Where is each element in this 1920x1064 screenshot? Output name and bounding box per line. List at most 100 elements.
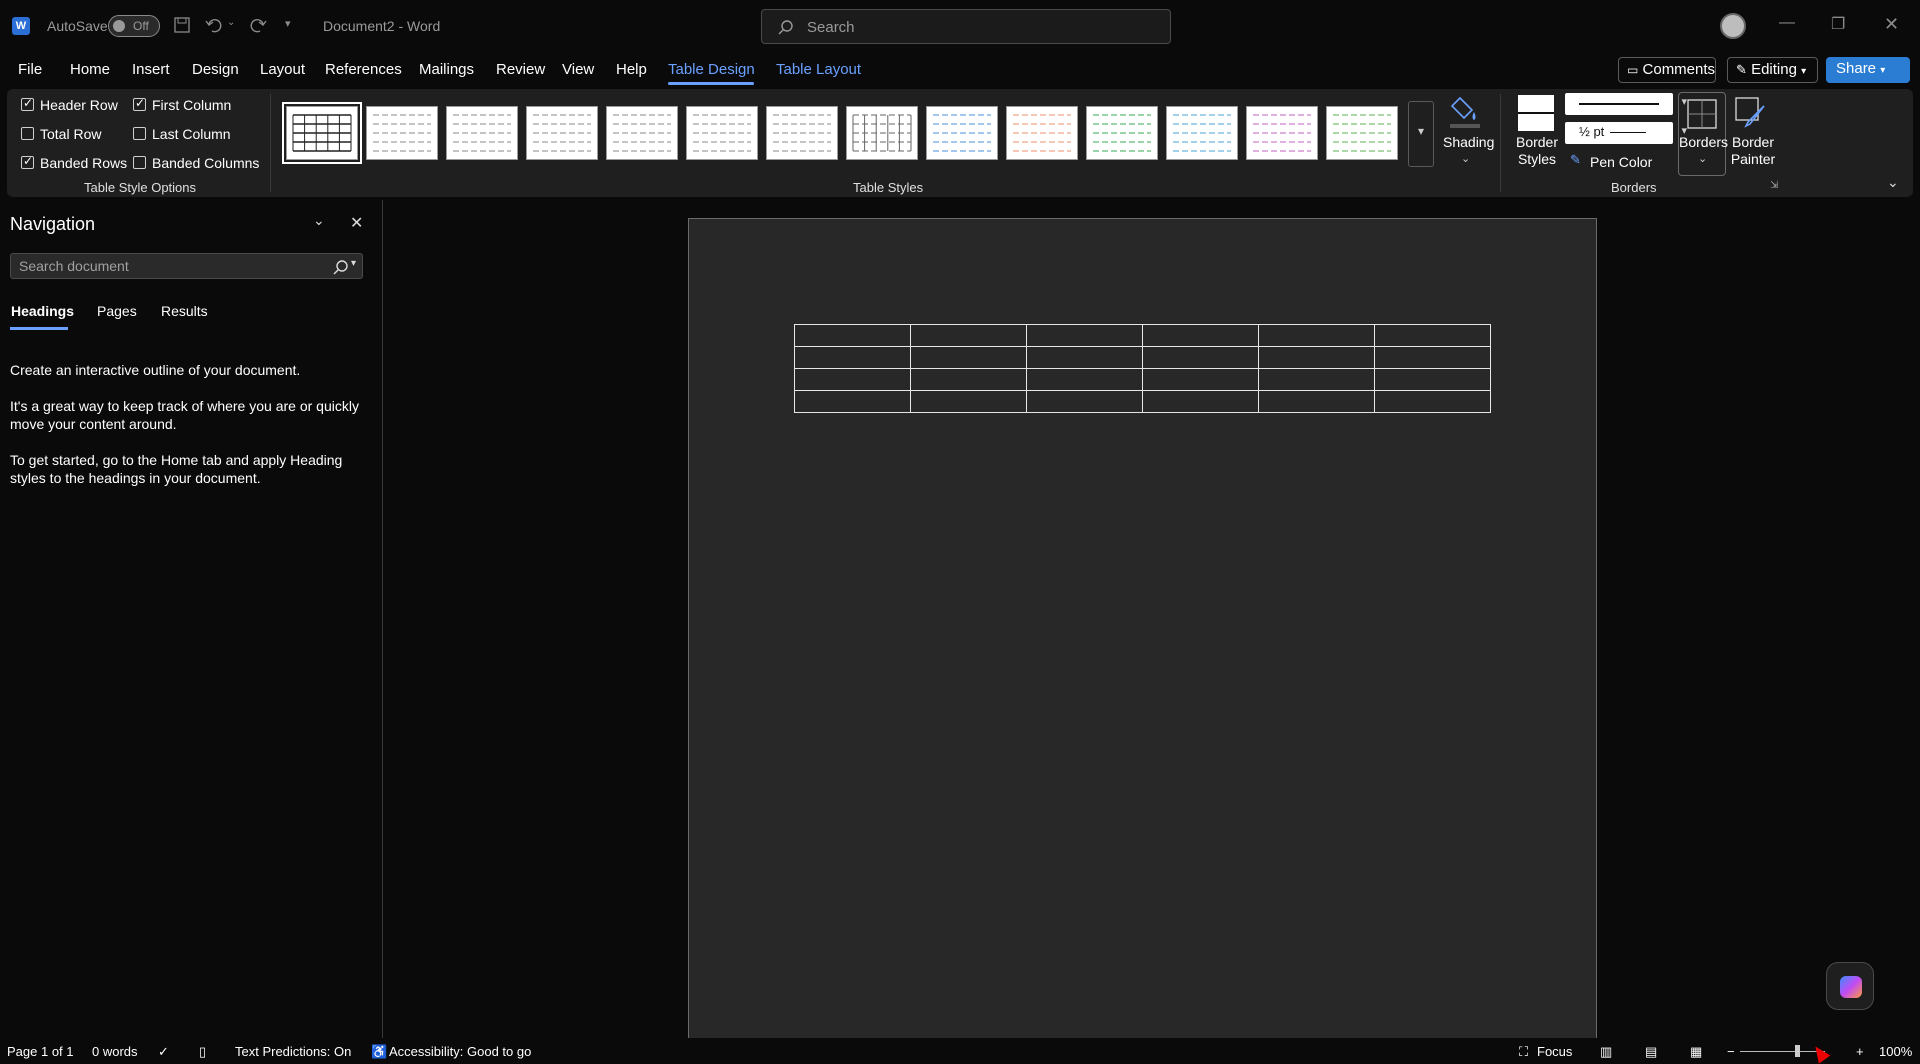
table-style-thumbnail[interactable] xyxy=(686,106,758,160)
table-cell[interactable] xyxy=(1374,390,1491,413)
table-cell[interactable] xyxy=(1258,346,1375,369)
page-count[interactable]: Page 1 of 1 xyxy=(7,1044,74,1059)
table-style-thumbnail[interactable] xyxy=(366,106,438,160)
zoom-in-icon[interactable]: + xyxy=(1856,1044,1864,1059)
table-cell[interactable] xyxy=(794,324,911,347)
table-cell[interactable] xyxy=(910,368,1027,391)
tab-table-layout[interactable]: Table Layout xyxy=(776,61,861,78)
table-cell[interactable] xyxy=(1374,346,1491,369)
table-style-thumbnail[interactable] xyxy=(1086,106,1158,160)
table-cell[interactable] xyxy=(910,390,1027,413)
tab-help[interactable]: Help xyxy=(616,61,647,78)
table-cell[interactable] xyxy=(1026,346,1143,369)
proofing-icon[interactable]: ✓ xyxy=(158,1044,169,1060)
tab-view[interactable]: View xyxy=(562,61,594,78)
print-layout-icon[interactable]: ▤ xyxy=(1645,1044,1657,1060)
nav-pane-options-chevron-icon[interactable]: ⌄ xyxy=(313,212,325,229)
title-search-box[interactable]: Search xyxy=(761,9,1171,44)
table-cell[interactable] xyxy=(910,346,1027,369)
table-cell[interactable] xyxy=(1258,368,1375,391)
table-cell[interactable] xyxy=(1026,324,1143,347)
nav-tab-headings[interactable]: Headings xyxy=(11,303,74,319)
text-predictions-status[interactable]: Text Predictions: On xyxy=(235,1044,351,1059)
styles-gallery-more-button[interactable]: ▾ xyxy=(1408,101,1434,167)
table-style-thumbnail[interactable] xyxy=(1006,106,1078,160)
table-style-thumbnail[interactable] xyxy=(926,106,998,160)
search-document-input[interactable]: Search document ▾ xyxy=(10,253,363,279)
share-button[interactable]: Share ▾ xyxy=(1826,57,1910,83)
first-column-checkbox[interactable] xyxy=(133,96,146,111)
tab-mailings[interactable]: Mailings xyxy=(419,61,474,78)
table-cell[interactable] xyxy=(1142,346,1259,369)
zoom-slider-thumb[interactable] xyxy=(1795,1045,1800,1057)
table-cell[interactable] xyxy=(1374,324,1491,347)
table-cell[interactable] xyxy=(1142,324,1259,347)
copilot-button[interactable] xyxy=(1826,962,1874,1010)
borders-button[interactable]: Borders ⌄ xyxy=(1678,92,1728,176)
border-painter-button[interactable]: Border Painter xyxy=(1726,134,1780,168)
web-layout-icon[interactable]: ▦ xyxy=(1690,1044,1702,1060)
tab-review[interactable]: Review xyxy=(496,61,545,78)
table-cell[interactable] xyxy=(1142,368,1259,391)
borders-dialog-launcher-icon[interactable]: ⇲ xyxy=(1770,180,1778,191)
zoom-level[interactable]: 100% xyxy=(1879,1044,1912,1059)
tab-layout[interactable]: Layout xyxy=(260,61,305,78)
restore-icon[interactable]: ❐ xyxy=(1831,14,1845,34)
pen-color-button[interactable]: Pen Color xyxy=(1590,154,1652,170)
table-style-thumbnail[interactable] xyxy=(606,106,678,160)
table-cell[interactable] xyxy=(794,390,911,413)
close-window-icon[interactable]: ✕ xyxy=(1884,14,1899,35)
tab-file[interactable]: File xyxy=(18,61,42,78)
word-count[interactable]: 0 words xyxy=(92,1044,138,1059)
table-style-thumbnail[interactable] xyxy=(1326,106,1398,160)
banded-columns-checkbox[interactable] xyxy=(133,156,146,169)
tab-insert[interactable]: Insert xyxy=(132,61,170,78)
table-cell[interactable] xyxy=(1258,390,1375,413)
table-style-thumbnail[interactable] xyxy=(1246,106,1318,160)
save-icon[interactable] xyxy=(173,16,191,34)
table-style-thumbnail[interactable] xyxy=(846,106,918,160)
table-style-thumbnail[interactable] xyxy=(526,106,598,160)
border-styles-button[interactable]: Border Styles xyxy=(1510,134,1564,168)
table-style-thumbnail[interactable] xyxy=(446,106,518,160)
read-mode-icon[interactable]: ▥ xyxy=(1600,1044,1612,1060)
document-table[interactable] xyxy=(794,324,1491,413)
minimize-icon[interactable]: — xyxy=(1779,14,1795,32)
reading-icon[interactable]: ▯ xyxy=(199,1044,206,1060)
chevron-down-icon[interactable]: ▾ xyxy=(351,258,356,269)
table-cell[interactable] xyxy=(910,324,1027,347)
shading-button[interactable]: Shading xyxy=(1443,134,1494,150)
tab-references[interactable]: References xyxy=(325,61,402,78)
zoom-out-icon[interactable]: − xyxy=(1727,1044,1735,1059)
banded-rows-checkbox[interactable] xyxy=(21,154,34,169)
shading-dropdown-icon[interactable]: ⌄ xyxy=(1461,152,1470,165)
nav-tab-pages[interactable]: Pages xyxy=(97,303,137,319)
table-cell[interactable] xyxy=(1374,368,1491,391)
redo-icon[interactable] xyxy=(249,16,267,34)
total-row-checkbox[interactable] xyxy=(21,127,34,140)
focus-mode-button[interactable]: Focus xyxy=(1537,1044,1572,1059)
close-icon[interactable]: ✕ xyxy=(350,213,363,233)
tab-design[interactable]: Design xyxy=(192,61,239,78)
table-style-thumbnail[interactable] xyxy=(1166,106,1238,160)
table-style-thumbnail[interactable] xyxy=(282,102,362,164)
collapse-ribbon-icon[interactable]: ⌄ xyxy=(1887,174,1899,191)
table-cell[interactable] xyxy=(794,368,911,391)
table-cell[interactable] xyxy=(1026,390,1143,413)
search-icon[interactable] xyxy=(333,259,349,275)
header-row-checkbox[interactable] xyxy=(21,96,34,111)
table-style-thumbnail[interactable] xyxy=(766,106,838,160)
last-column-checkbox[interactable] xyxy=(133,127,146,140)
undo-icon[interactable] xyxy=(205,16,223,34)
table-cell[interactable] xyxy=(794,346,911,369)
line-weight-select[interactable]: ½ pt ▾ xyxy=(1565,122,1687,144)
table-cell[interactable] xyxy=(1258,324,1375,347)
autosave-toggle[interactable]: Off xyxy=(108,15,160,37)
nav-tab-results[interactable]: Results xyxy=(161,303,208,319)
customize-qat-icon[interactable]: ▾ xyxy=(285,17,291,30)
table-cell[interactable] xyxy=(1142,390,1259,413)
accessibility-status[interactable]: Accessibility: Good to go xyxy=(389,1044,531,1059)
table-cell[interactable] xyxy=(1026,368,1143,391)
line-style-select[interactable]: ▾ xyxy=(1565,93,1687,115)
tab-table-design[interactable]: Table Design xyxy=(668,61,755,78)
